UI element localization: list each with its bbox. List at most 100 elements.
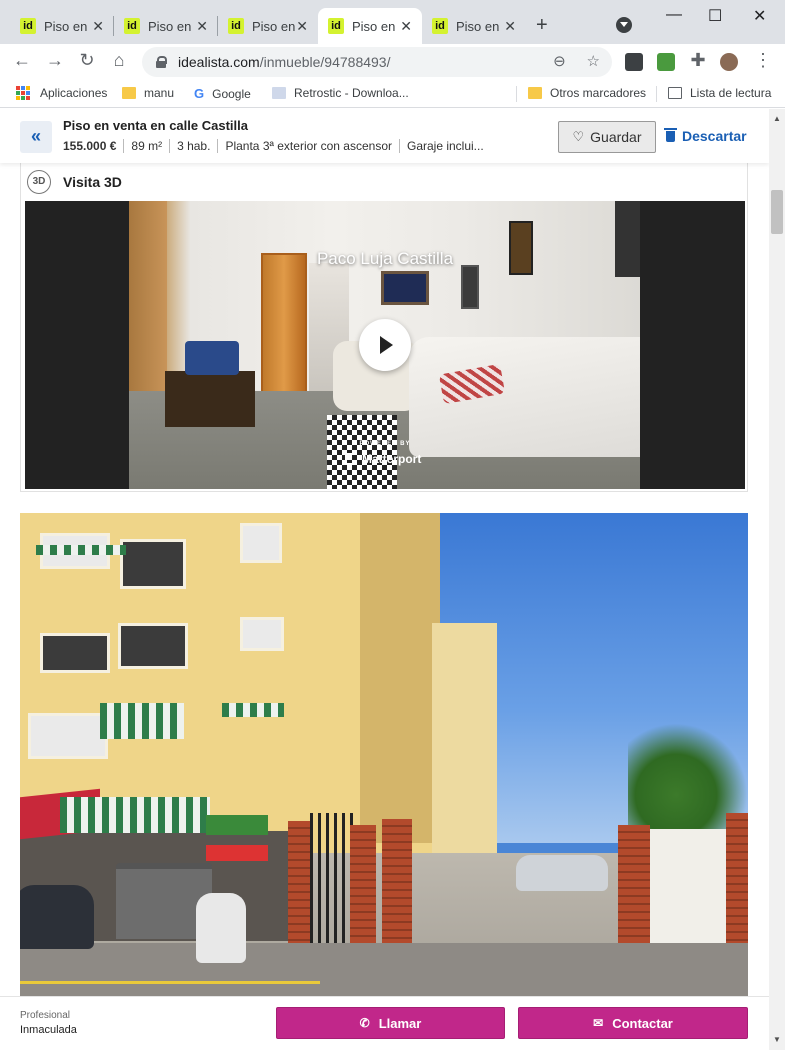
photo-window: [120, 539, 186, 589]
bookmark-label: Aplicaciones: [40, 86, 108, 100]
page-scrollbar[interactable]: [769, 109, 785, 1050]
listing-rooms: 3 hab.: [177, 139, 211, 153]
photo-supermarket-sign: [206, 845, 268, 861]
lock-icon[interactable]: [156, 56, 167, 68]
phone-icon: ✆: [359, 1016, 370, 1030]
preview-tv: [185, 341, 239, 375]
forward-arrow-icon[interactable]: →: [43, 50, 67, 71]
idealista-favicon-icon: id: [124, 18, 140, 34]
bookmark-retrostic[interactable]: Retrostic - Downloa...: [272, 86, 409, 100]
feature-divider: [398, 139, 400, 153]
bookmark-google[interactable]: G Google: [194, 86, 251, 101]
bookmark-label: manu: [144, 86, 175, 100]
chat-icon: ✉: [593, 1016, 604, 1030]
photo-window: [40, 633, 110, 673]
maximize-icon[interactable]: ☐: [708, 6, 722, 26]
bookmarks-divider: [656, 86, 657, 102]
photo-scooter: [196, 893, 246, 963]
powered-by-label: POWERED BY: [359, 441, 411, 447]
extension-icon[interactable]: [657, 53, 675, 71]
browser-tab[interactable]: id Piso en ✕: [422, 8, 526, 44]
photo-supermarket-sign: [206, 815, 268, 835]
page-viewport: « Piso en venta en calle Castilla 155.00…: [0, 109, 769, 1050]
extensions-puzzle-icon[interactable]: ✚: [686, 50, 710, 71]
save-button[interactable]: ♡ Guardar: [558, 121, 656, 153]
tab-search-icon[interactable]: [616, 17, 632, 33]
bookmark-apps[interactable]: Aplicaciones: [16, 86, 107, 100]
photo-car: [20, 885, 94, 949]
trash-icon: [664, 127, 677, 142]
bookmarks-bar: Aplicaciones manu G Google Retrostic - D…: [0, 80, 785, 108]
tab-title: Piso en: [252, 18, 296, 34]
close-tab-icon[interactable]: ✕: [196, 18, 208, 35]
matterport-player[interactable]: Paco Luja Castilla POWERED BY Matterport: [25, 201, 745, 489]
bookmark-reading-list[interactable]: Lista de lectura: [668, 86, 771, 100]
contact-label: Contactar: [612, 1015, 673, 1031]
photo-window: [28, 713, 108, 759]
scroll-up-icon[interactable]: ▲: [773, 114, 781, 123]
call-button[interactable]: ✆ Llamar: [276, 1007, 505, 1039]
idealista-favicon-icon: id: [328, 18, 344, 34]
bookmark-other[interactable]: Otros marcadores: [528, 86, 646, 100]
close-tab-icon[interactable]: ✕: [504, 18, 516, 35]
preview-painting: [381, 271, 429, 305]
browser-tab[interactable]: id Piso en ✕: [218, 8, 318, 44]
close-tab-icon[interactable]: ✕: [400, 18, 412, 35]
photo-awning: [36, 545, 126, 555]
browser-tab[interactable]: id Piso en ✕: [10, 8, 114, 44]
browser-menu-icon[interactable]: ⋮: [751, 50, 775, 71]
scroll-down-icon[interactable]: ▼: [773, 1035, 781, 1044]
discard-button[interactable]: Descartar: [664, 127, 747, 144]
close-window-icon[interactable]: ✕: [753, 6, 766, 26]
listing-floor: Planta 3ª exterior con ascensor: [225, 139, 392, 153]
browser-tab-active[interactable]: id Piso en ✕: [318, 8, 422, 44]
zoom-icon[interactable]: ⊖: [553, 53, 566, 70]
heart-icon: ♡: [572, 129, 585, 144]
call-label: Llamar: [378, 1015, 422, 1031]
back-arrow-icon[interactable]: ←: [10, 50, 34, 71]
tab-title: Piso en: [352, 18, 396, 34]
idealista-favicon-icon: id: [432, 18, 448, 34]
address-bar[interactable]: idealista.com/inmueble/94788493/ ⊖ ☆: [142, 47, 612, 77]
tab-title: Piso en: [148, 18, 192, 34]
profile-avatar[interactable]: [720, 53, 738, 71]
bookmark-star-icon[interactable]: ☆: [587, 53, 600, 70]
photo-awning: [222, 703, 284, 717]
bookmarks-divider: [516, 86, 517, 102]
listing-area: 89 m²: [131, 139, 163, 153]
reload-icon[interactable]: ↻: [75, 50, 99, 71]
back-chevrons-icon[interactable]: «: [20, 121, 52, 153]
photo-car: [516, 855, 608, 891]
matterport-mark-icon: [345, 453, 357, 465]
omnibox-actions: ⊖ ☆: [553, 52, 600, 70]
new-tab-icon[interactable]: +: [536, 14, 548, 37]
photo-brick-pillar: [726, 813, 748, 953]
contact-button[interactable]: ✉ Contactar: [518, 1007, 748, 1039]
home-icon[interactable]: ⌂: [107, 50, 131, 71]
photo-shop-awning: [60, 797, 210, 833]
folder-icon: [122, 87, 136, 99]
extension-icon[interactable]: [625, 53, 643, 71]
photo-brick-pillar: [288, 821, 312, 943]
browser-tab[interactable]: id Piso en ✕: [114, 8, 218, 44]
listing-garage: Garaje inclui...: [406, 139, 484, 153]
virtual-tour-label: Visita 3D: [63, 174, 122, 190]
scrollbar-thumb[interactable]: [771, 190, 783, 234]
feature-divider: [217, 139, 219, 153]
play-icon[interactable]: [359, 319, 411, 371]
advertiser-name: Inmaculada: [20, 1024, 77, 1036]
photo-brick-pillar: [382, 819, 412, 943]
idealista-favicon-icon: id: [228, 18, 244, 34]
feature-divider: [169, 139, 171, 153]
photo-awning: [100, 703, 184, 739]
tab-title: Piso en: [456, 18, 500, 34]
close-tab-icon[interactable]: ✕: [296, 18, 308, 35]
bookmark-folder-manu[interactable]: manu: [122, 86, 174, 100]
listing-photo-exterior[interactable]: [20, 513, 748, 1013]
bookmark-label: Retrostic - Downloa...: [294, 86, 409, 100]
minimize-icon[interactable]: —: [666, 6, 682, 24]
url-host: idealista.com: [178, 54, 260, 70]
idealista-favicon-icon: id: [20, 18, 36, 34]
3d-badge-icon: 3D: [27, 170, 51, 194]
close-tab-icon[interactable]: ✕: [92, 18, 104, 35]
